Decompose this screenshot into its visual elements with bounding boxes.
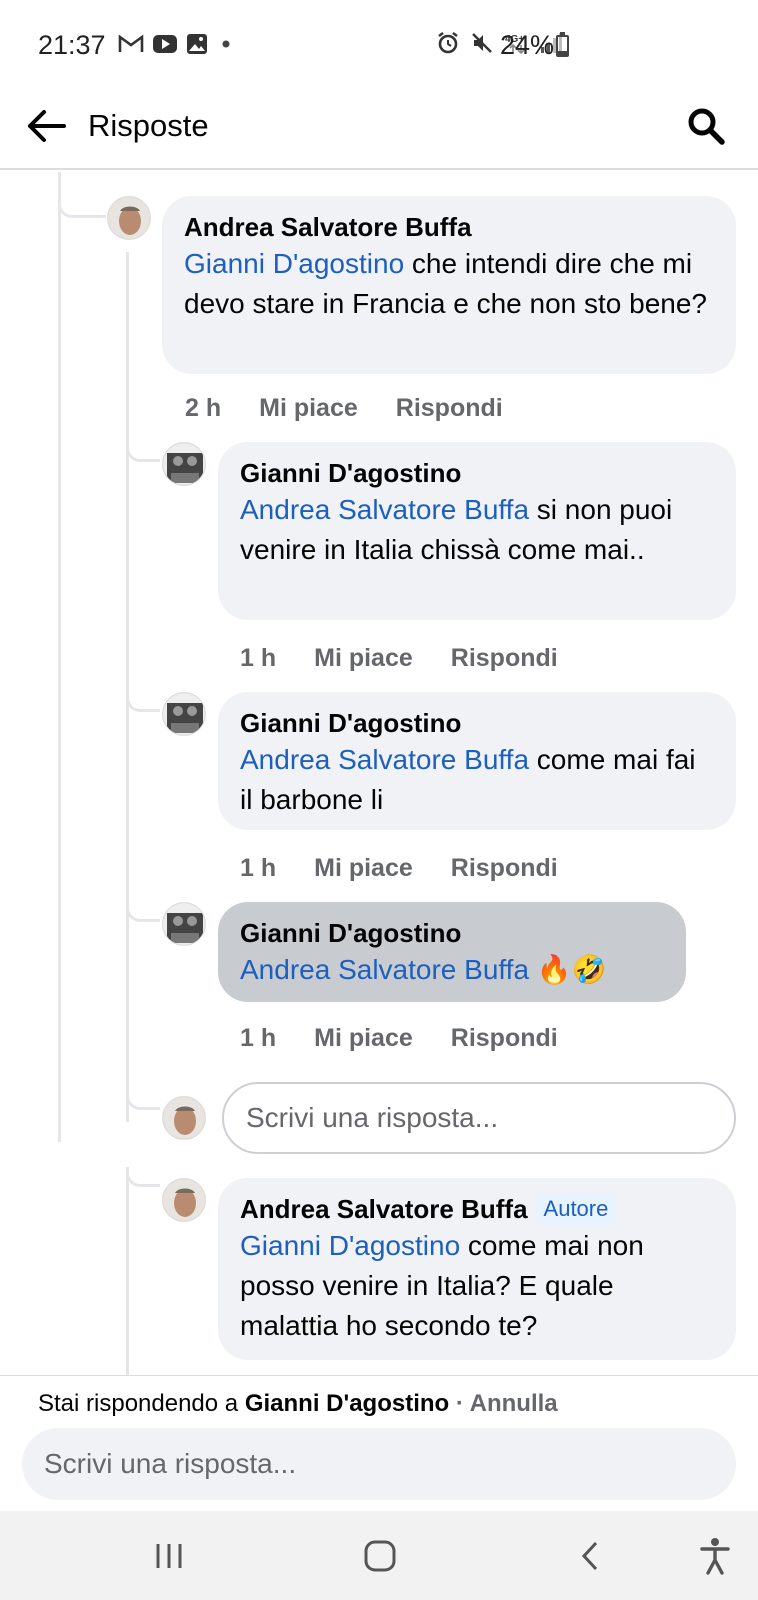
- back-button[interactable]: [22, 102, 70, 150]
- mention-link[interactable]: Andrea Salvatore Buffa: [240, 954, 529, 985]
- thread-connector: [126, 1062, 160, 1110]
- comment-actions: 1 h Mi piace Rispondi: [240, 644, 558, 673]
- thread-line: [126, 1167, 129, 1375]
- search-icon: [688, 108, 725, 145]
- comment-time[interactable]: 1 h: [240, 644, 276, 673]
- reply-composer: Stai rispondendo a Gianni D'agostino · A…: [0, 1375, 758, 1511]
- status-bar: 21:37 4G+ 24%: [0, 0, 758, 90]
- comment-text: Andrea Salvatore Buffa come mai fai il b…: [240, 740, 714, 820]
- gmail-icon: [118, 34, 144, 59]
- home-button[interactable]: [355, 1531, 405, 1581]
- page-title: Risposte: [88, 108, 209, 143]
- reply-button[interactable]: Rispondi: [451, 644, 558, 673]
- comment-actions: 1 h Mi piace Rispondi: [240, 1024, 558, 1053]
- replying-to: Stai rispondendo a Gianni D'agostino · A…: [38, 1390, 558, 1418]
- accessibility-button[interactable]: [690, 1531, 740, 1581]
- reply-button[interactable]: Rispondi: [451, 854, 558, 883]
- avatar[interactable]: [107, 196, 151, 240]
- comment-actions: 2 h Mi piace Rispondi: [185, 394, 503, 423]
- battery-fill: [558, 50, 567, 55]
- dot-icon: [216, 34, 236, 59]
- comment-bubble: Andrea Salvatore Buffa Gianni D'agostino…: [162, 196, 736, 374]
- replying-name: Gianni D'agostino: [244, 1390, 450, 1417]
- thread-connector: [126, 422, 160, 462]
- comment-author[interactable]: Gianni D'agostino: [240, 706, 714, 740]
- comment-body: 🔥🤣: [529, 954, 607, 985]
- comment-bubble-highlighted: Gianni D'agostino Andrea Salvatore Buffa…: [218, 902, 686, 1002]
- app-header: Risposte: [0, 90, 758, 170]
- comment-author[interactable]: Andrea Salvatore Buffa: [184, 210, 714, 244]
- comment-text: Gianni D'agostino che intendi dire che m…: [184, 244, 714, 324]
- avatar[interactable]: [162, 902, 206, 946]
- reply-button[interactable]: Rispondi: [396, 394, 503, 423]
- gallery-icon: [186, 33, 208, 60]
- thread-connector: [126, 1167, 160, 1187]
- composer-input[interactable]: Scrivi una risposta...: [22, 1428, 736, 1500]
- system-nav-bar: [0, 1511, 758, 1600]
- mention-link[interactable]: Andrea Salvatore Buffa: [240, 744, 529, 775]
- thread-line: [58, 172, 61, 1142]
- search-button[interactable]: [682, 102, 730, 150]
- back-nav-button[interactable]: [566, 1531, 616, 1581]
- mention-link[interactable]: Gianni D'agostino: [240, 1230, 460, 1261]
- comment-text: Andrea Salvatore Buffa 🔥🤣: [240, 950, 664, 990]
- avatar: [162, 1096, 206, 1140]
- thread-connector: [58, 172, 106, 218]
- recents-icon: [156, 1544, 182, 1568]
- youtube-icon: [152, 34, 178, 59]
- author-badge: Autore: [535, 1193, 617, 1225]
- alarm-icon: [436, 31, 460, 60]
- thread-connector: [126, 882, 160, 922]
- mention-link[interactable]: Gianni D'agostino: [184, 248, 404, 279]
- like-button[interactable]: Mi piace: [259, 394, 358, 423]
- comment-author[interactable]: Andrea Salvatore Buffa: [240, 1192, 528, 1226]
- comment-text: Andrea Salvatore Buffa si non puoi venir…: [240, 490, 714, 570]
- comment-bubble: Gianni D'agostino Andrea Salvatore Buffa…: [218, 692, 736, 830]
- mute-icon: [470, 31, 494, 60]
- comment-text: Gianni D'agostino come mai non posso ven…: [240, 1226, 714, 1346]
- like-button[interactable]: Mi piace: [314, 644, 413, 673]
- comment-actions: 1 h Mi piace Rispondi: [240, 854, 558, 883]
- comment-time[interactable]: 1 h: [240, 854, 276, 883]
- like-button[interactable]: Mi piace: [314, 1024, 413, 1053]
- comment-bubble: Gianni D'agostino Andrea Salvatore Buffa…: [218, 442, 736, 620]
- avatar[interactable]: [162, 692, 206, 736]
- accessibility-icon: [700, 1538, 730, 1575]
- home-icon: [364, 1540, 396, 1572]
- avatar[interactable]: [162, 1178, 206, 1222]
- battery-percent: 24%: [500, 30, 555, 60]
- like-button[interactable]: Mi piace: [314, 854, 413, 883]
- mention-link[interactable]: Andrea Salvatore Buffa: [240, 494, 529, 525]
- battery-icon: [556, 32, 569, 57]
- comment-time[interactable]: 2 h: [185, 394, 221, 423]
- comment-author[interactable]: Gianni D'agostino: [240, 916, 664, 950]
- comment-bubble: Andrea Salvatore Buffa Autore Gianni D'ag…: [218, 1178, 736, 1360]
- arrow-left-icon: [28, 110, 66, 142]
- separator: ·: [449, 1390, 470, 1417]
- comment-author-row: Andrea Salvatore Buffa Autore: [240, 1192, 714, 1226]
- cancel-reply-button[interactable]: Annulla: [470, 1390, 558, 1417]
- back-icon: [581, 1541, 598, 1571]
- replying-prefix: Stai rispondendo a: [38, 1390, 245, 1417]
- comment-thread: Andrea Salvatore Buffa Gianni D'agostino…: [0, 172, 758, 1375]
- reply-button[interactable]: Rispondi: [451, 1024, 558, 1053]
- thread-connector: [126, 672, 160, 712]
- comment-author[interactable]: Gianni D'agostino: [240, 456, 714, 490]
- status-time: 21:37: [38, 30, 106, 60]
- avatar[interactable]: [162, 442, 206, 486]
- recents-button[interactable]: [144, 1531, 194, 1581]
- reply-input[interactable]: Scrivi una risposta...: [222, 1082, 736, 1154]
- comment-time[interactable]: 1 h: [240, 1024, 276, 1053]
